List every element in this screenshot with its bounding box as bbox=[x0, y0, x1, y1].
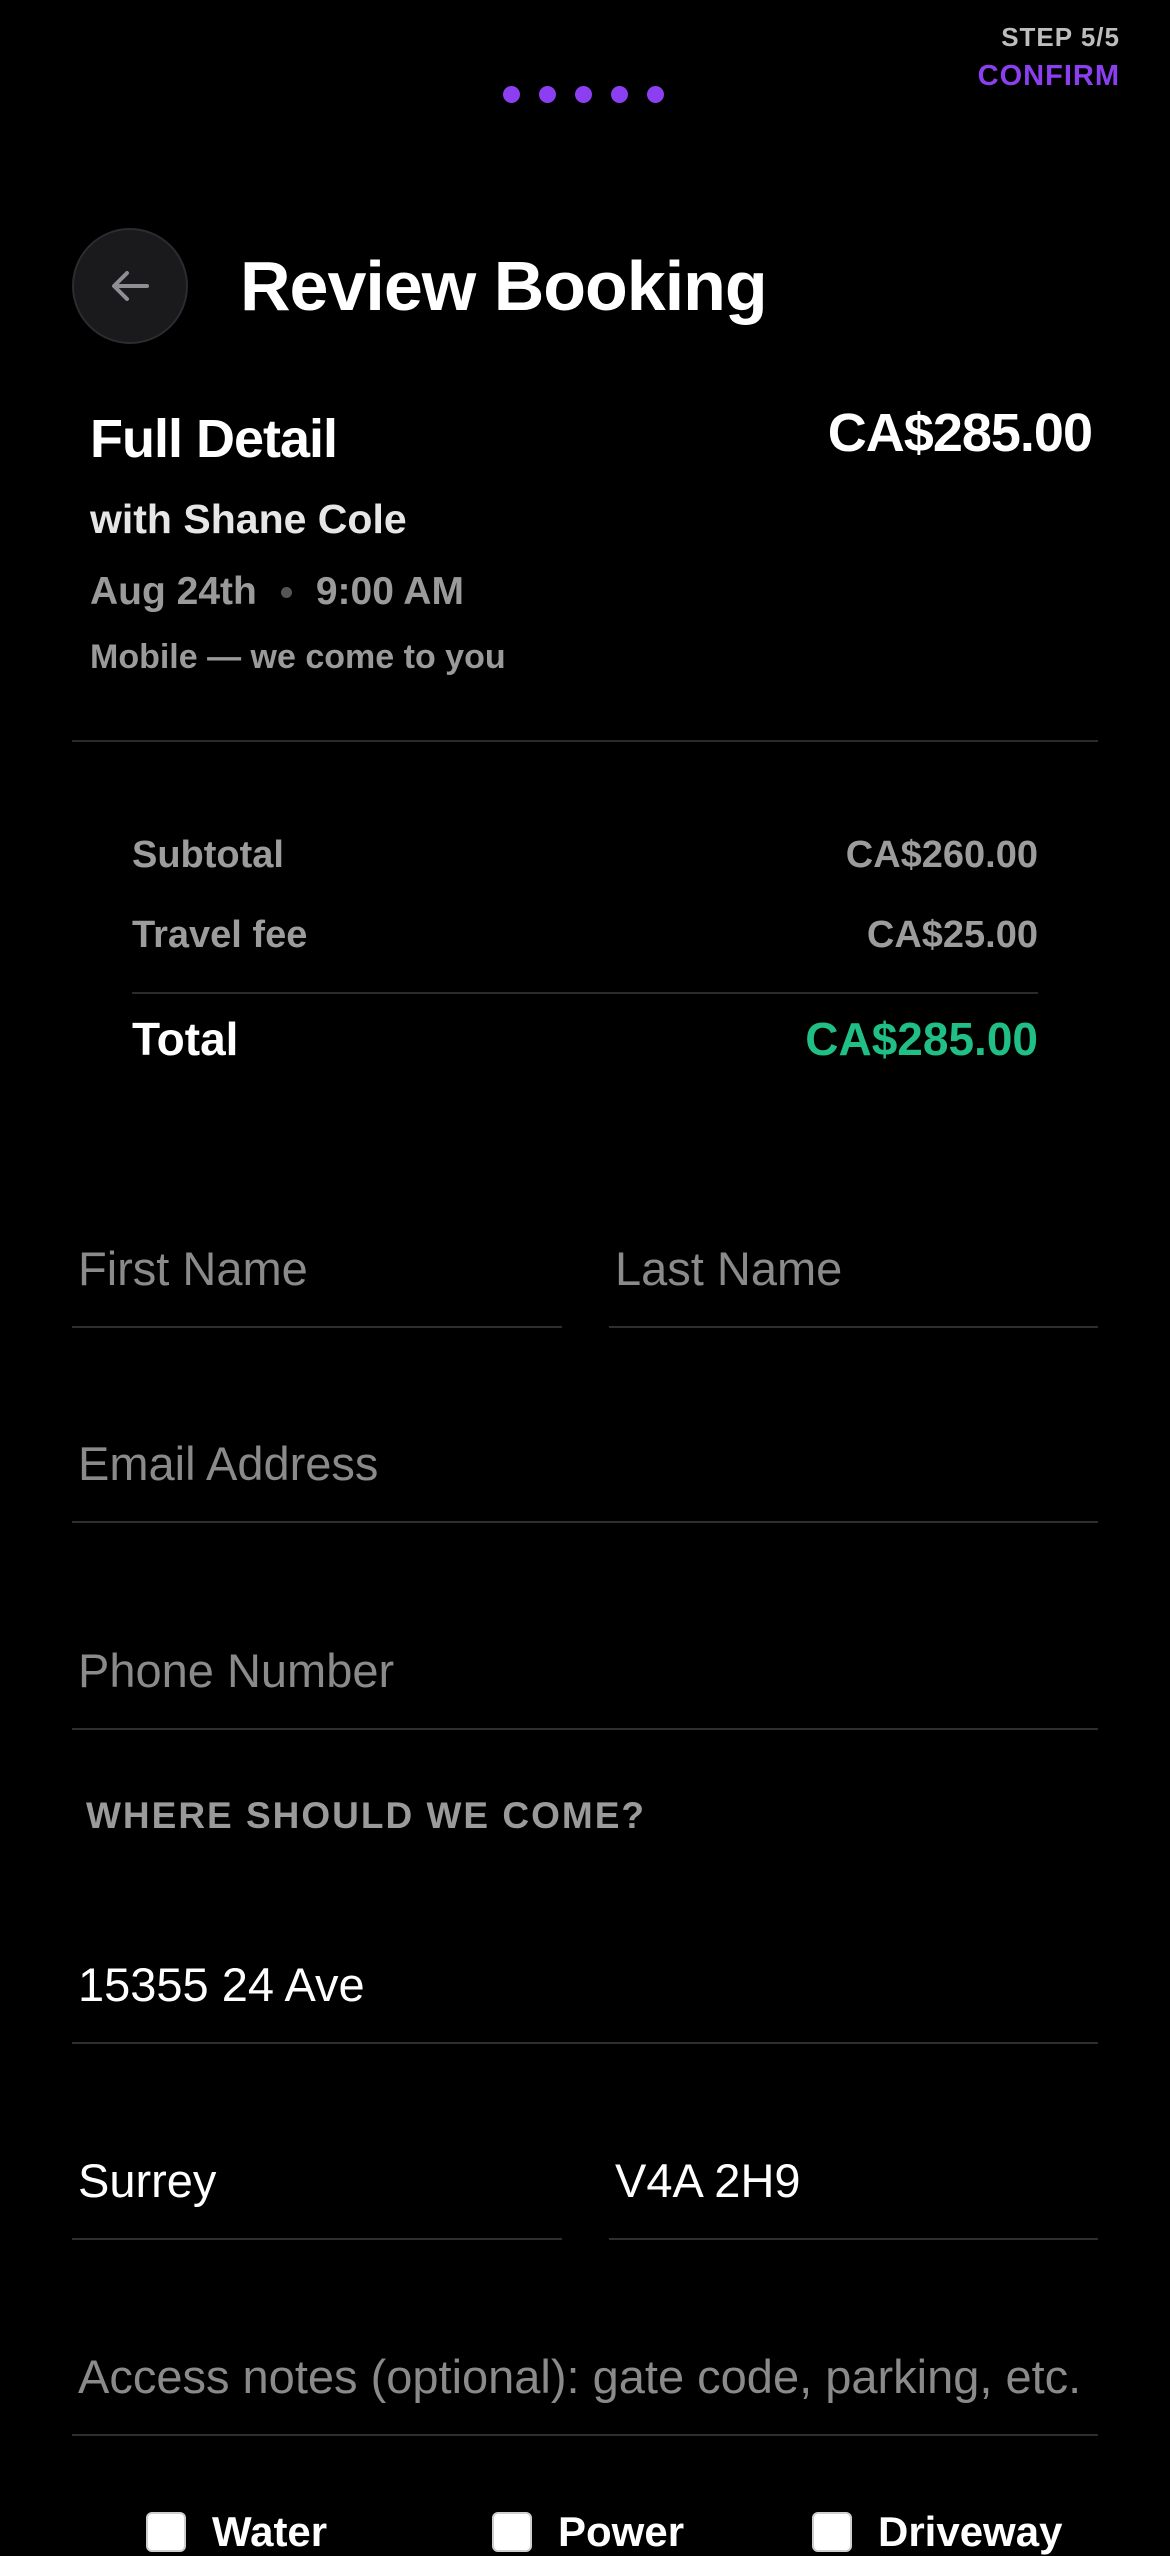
street-field[interactable] bbox=[72, 1926, 1098, 2044]
subtotal-label: Subtotal bbox=[132, 834, 284, 876]
checkbox-label: Power bbox=[558, 2508, 685, 2555]
checkbox-water[interactable]: Water bbox=[146, 2508, 327, 2556]
checkbox-label: Driveway bbox=[878, 2508, 1063, 2555]
city-field[interactable] bbox=[72, 2122, 562, 2240]
total-label: Total bbox=[132, 1013, 239, 1065]
checkbox-box[interactable] bbox=[146, 2512, 186, 2552]
email-field[interactable] bbox=[72, 1405, 1098, 1523]
address-section-label: WHERE SHOULD WE COME? bbox=[86, 1795, 646, 1836]
total-value: CA$285.00 bbox=[805, 1013, 1038, 1065]
service-price: CA$285.00 bbox=[827, 403, 1093, 463]
first-name-input[interactable] bbox=[72, 1210, 562, 1326]
subtotal-value: CA$260.00 bbox=[845, 834, 1038, 876]
email-input[interactable] bbox=[72, 1405, 1098, 1521]
postal-code-field[interactable] bbox=[609, 2122, 1098, 2240]
step-counter: STEP 5/5 bbox=[1001, 22, 1120, 52]
checkbox-power[interactable]: Power bbox=[492, 2508, 684, 2556]
access-notes-input[interactable] bbox=[72, 2318, 1098, 2434]
city-input[interactable] bbox=[72, 2122, 562, 2238]
location-type: Mobile — we come to you bbox=[90, 638, 506, 676]
appointment-date: Aug 24th bbox=[90, 570, 257, 613]
back-button[interactable] bbox=[72, 228, 188, 344]
page-title: Review Booking bbox=[240, 247, 768, 325]
service-name: Full Detail bbox=[90, 409, 338, 469]
last-name-input[interactable] bbox=[609, 1210, 1098, 1326]
progress-dot bbox=[539, 86, 556, 103]
progress-dots bbox=[503, 86, 664, 103]
progress-dot bbox=[575, 86, 592, 103]
checkbox-box[interactable] bbox=[492, 2512, 532, 2552]
progress-dot bbox=[611, 86, 628, 103]
appointment-time: 9:00 AM bbox=[315, 570, 464, 613]
progress-dot bbox=[503, 86, 520, 103]
postal-code-input[interactable] bbox=[609, 2122, 1098, 2238]
progress-dot bbox=[647, 86, 664, 103]
divider bbox=[132, 992, 1038, 994]
access-notes-field[interactable] bbox=[72, 2318, 1098, 2436]
phone-input[interactable] bbox=[72, 1612, 1098, 1728]
street-input[interactable] bbox=[72, 1926, 1098, 2042]
appointment-datetime: Aug 24th 9:00 AM bbox=[90, 570, 464, 614]
divider bbox=[72, 740, 1098, 742]
last-name-field[interactable] bbox=[609, 1210, 1098, 1328]
checkbox-label: Water bbox=[212, 2508, 328, 2555]
phone-field[interactable] bbox=[72, 1612, 1098, 1730]
travel-fee-label: Travel fee bbox=[132, 914, 308, 956]
provider-name: with Shane Cole bbox=[90, 496, 407, 542]
arrow-left-icon bbox=[112, 271, 149, 301]
travel-fee-value: CA$25.00 bbox=[866, 914, 1038, 956]
first-name-field[interactable] bbox=[72, 1210, 562, 1328]
checkbox-box[interactable] bbox=[812, 2512, 852, 2552]
step-name: CONFIRM bbox=[977, 60, 1120, 92]
checkbox-driveway[interactable]: Driveway bbox=[812, 2508, 1062, 2556]
separator-dot bbox=[280, 586, 292, 598]
